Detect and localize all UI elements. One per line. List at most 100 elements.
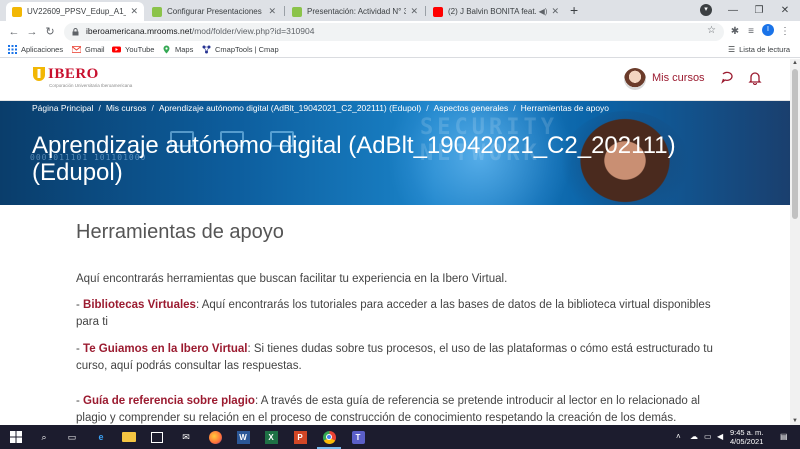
lock-icon[interactable]: [72, 28, 79, 36]
breadcrumb-separator: /: [426, 103, 429, 113]
tab-divider: [284, 6, 285, 16]
maps-pin-icon: [163, 45, 170, 54]
bookmark-label: CmapTools | Cmap: [215, 45, 279, 54]
gmail-icon: [72, 46, 81, 53]
page-scrollbar[interactable]: ▲ ▼: [790, 59, 800, 425]
youtube-favicon-icon: [433, 6, 443, 17]
bookmarks-bar: Aplicaciones Gmail YouTube Maps CmapTool…: [0, 43, 800, 58]
bookmark-label: YouTube: [125, 45, 155, 54]
powerpoint-icon[interactable]: P: [292, 429, 308, 445]
close-window-icon[interactable]: ✕: [772, 2, 798, 19]
ibero-logo[interactable]: IBERO: [32, 66, 99, 84]
reading-list-button[interactable]: ☰ Lista de lectura: [728, 45, 790, 54]
resource-link-bibliotecas[interactable]: Bibliotecas Virtuales: [83, 299, 196, 311]
browser-tab-title: Configurar Presentaciones - Edu: [167, 7, 264, 16]
edge-icon[interactable]: e: [93, 429, 109, 445]
clock-date: 4/05/2021: [730, 437, 764, 446]
ibero-favicon-icon: [12, 6, 22, 17]
bookmark-apps[interactable]: Aplicaciones: [8, 45, 63, 54]
audio-playing-icon[interactable]: ◀): [539, 7, 548, 16]
resource-link-guia-plagio[interactable]: Guía de referencia sobre plagio: [83, 395, 255, 407]
breadcrumb-my-courses[interactable]: Mis cursos: [106, 103, 147, 113]
back-arrow-icon[interactable]: ←: [6, 24, 22, 40]
edu-favicon-icon: [292, 6, 302, 17]
task-view-icon[interactable]: ▭: [64, 429, 80, 445]
minimize-window-icon[interactable]: —: [720, 2, 746, 19]
url-text: iberoamericana.mrooms.net/mod/folder/vie…: [86, 26, 314, 36]
my-courses-link[interactable]: Mis cursos: [652, 72, 705, 84]
browser-tab-strip: UV22609_PPSV_Edup_A1_202111 ✕ Configurar…: [0, 0, 800, 21]
more-menu-icon[interactable]: ⋮: [778, 25, 792, 39]
notifications-bell-icon[interactable]: [748, 71, 762, 85]
notification-center-icon[interactable]: ▤: [780, 432, 788, 441]
breadcrumb-current: Herramientas de apoyo: [520, 103, 610, 113]
tab-search-icon[interactable]: ▾: [700, 4, 712, 16]
media-control-icon[interactable]: ≡: [744, 25, 758, 39]
breadcrumb-separator: /: [98, 103, 101, 113]
messages-icon[interactable]: [721, 71, 735, 85]
new-tab-button[interactable]: +: [570, 2, 578, 19]
browser-toolbar: ← → ↻ iberoamericana.mrooms.net/mod/fold…: [0, 21, 800, 43]
course-title: Aprendizaje autónomo digital (AdBlt_1904…: [32, 132, 676, 186]
browser-tab-title: UV22609_PPSV_Edup_A1_202111: [27, 7, 126, 16]
windows-taskbar: ⌕ ▭ e ✉ W X P T ˄ ☁ ▭ ◀ 9:45 a. m. 4/05/…: [0, 425, 800, 449]
breadcrumb-course[interactable]: Aprendizaje autónomo digital (AdBlt_1904…: [159, 103, 421, 113]
browser-tab-3[interactable]: Presentación: Actividad N° 3 (im ✕: [286, 2, 424, 21]
bookmark-maps[interactable]: Maps: [162, 45, 193, 54]
extensions-puzzle-icon[interactable]: ✱: [728, 25, 742, 39]
store-icon[interactable]: [149, 429, 165, 445]
tab-divider: [425, 6, 426, 16]
close-tab-icon[interactable]: ✕: [130, 6, 138, 17]
firefox-icon[interactable]: [207, 429, 223, 445]
scroll-down-icon[interactable]: ▼: [790, 418, 800, 424]
close-tab-icon[interactable]: ✕: [268, 6, 276, 17]
breadcrumb: Página Principal / Mis cursos / Aprendizaje …: [32, 103, 609, 113]
logo-text: IBERO: [48, 66, 99, 82]
resource-link-te-guiamos[interactable]: Te Guiamos en la Ibero Virtual: [83, 343, 247, 355]
close-tab-icon[interactable]: ✕: [551, 6, 559, 17]
word-icon[interactable]: W: [235, 429, 251, 445]
resource-item: - Guía de referencia sobre plagio: A tra…: [76, 395, 700, 424]
resource-item: - Te Guiamos en la Ibero Virtual: Si tie…: [76, 343, 713, 372]
search-icon[interactable]: ⌕: [36, 429, 52, 445]
windows-start-icon[interactable]: [8, 429, 24, 445]
youtube-icon: [112, 46, 121, 53]
file-explorer-icon[interactable]: [121, 429, 137, 445]
bookmark-youtube[interactable]: YouTube: [112, 45, 154, 54]
chrome-icon[interactable]: [317, 429, 341, 449]
cloud-icon[interactable]: ☁: [690, 432, 698, 441]
address-bar[interactable]: iberoamericana.mrooms.net/mod/folder/vie…: [64, 23, 724, 41]
browser-tab-4[interactable]: (2) J Balvin BONITA feat. Jowe ◀) ✕: [427, 2, 565, 21]
scrollbar-thumb[interactable]: [792, 69, 798, 219]
breadcrumb-home[interactable]: Página Principal: [32, 103, 93, 113]
main-content: Herramientas de apoyo Aquí encontrarás h…: [76, 205, 716, 425]
bookmark-star-icon[interactable]: ☆: [707, 25, 716, 36]
reload-icon[interactable]: ↻: [42, 24, 58, 40]
cmaptools-icon: [202, 45, 211, 54]
breadcrumb-separator: /: [151, 103, 154, 113]
breadcrumb-section[interactable]: Aspectos generales: [434, 103, 509, 113]
browser-tab-1[interactable]: UV22609_PPSV_Edup_A1_202111 ✕: [6, 2, 144, 21]
network-icon[interactable]: ▭: [704, 432, 712, 441]
volume-icon[interactable]: ◀: [717, 432, 723, 441]
browser-tab-2[interactable]: Configurar Presentaciones - Edu ✕: [146, 2, 282, 21]
user-avatar[interactable]: [624, 68, 646, 90]
maximize-window-icon[interactable]: ❐: [746, 2, 772, 19]
url-host: iberoamericana.mrooms.net: [86, 26, 192, 36]
clock-time: 9:45 a. m.: [730, 428, 764, 437]
tray-expand-icon[interactable]: ˄: [676, 432, 681, 441]
edu-favicon-icon: [152, 6, 162, 17]
close-tab-icon[interactable]: ✕: [410, 6, 418, 17]
taskbar-clock[interactable]: 9:45 a. m. 4/05/2021: [730, 428, 763, 446]
logo-subtitle: Corporación Universitaria Iberoamericana: [49, 83, 133, 88]
forward-arrow-icon[interactable]: →: [24, 24, 40, 40]
bookmark-cmaptools[interactable]: CmapTools | Cmap: [202, 45, 279, 54]
bookmark-gmail[interactable]: Gmail: [72, 45, 105, 54]
excel-icon[interactable]: X: [263, 429, 279, 445]
scroll-up-icon[interactable]: ▲: [790, 60, 800, 66]
mail-icon[interactable]: ✉: [178, 429, 194, 445]
bookmark-label: Gmail: [85, 45, 105, 54]
teams-icon[interactable]: T: [350, 429, 366, 445]
profile-avatar-icon[interactable]: I: [762, 24, 774, 36]
bookmark-label: Maps: [175, 45, 194, 54]
